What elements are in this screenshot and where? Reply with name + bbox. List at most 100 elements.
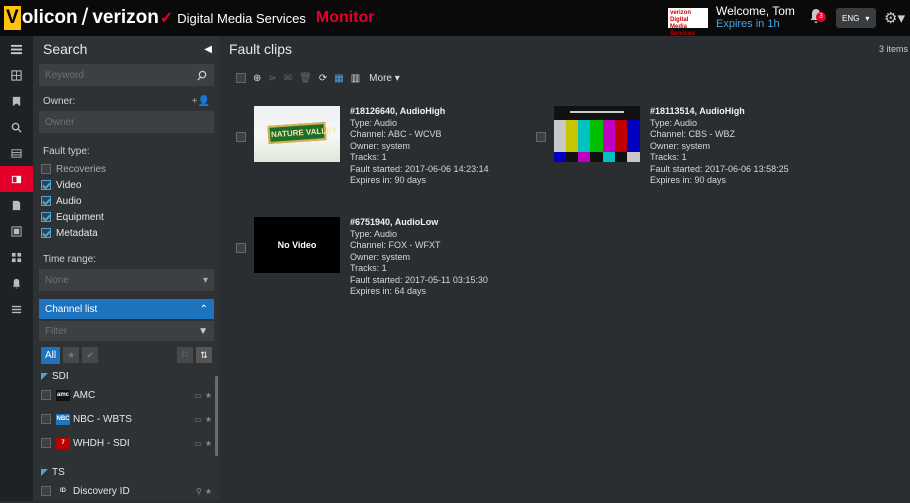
refresh-icon[interactable]: ⟳ [319, 73, 327, 84]
nav-list[interactable] [0, 296, 33, 322]
time-range-label: Time range: [43, 253, 96, 265]
time-range-select[interactable]: None ▾ [39, 269, 214, 291]
nav-monitor[interactable] [0, 218, 33, 244]
owner-placeholder: Owner [45, 116, 75, 128]
app-logo: V olicon / verizon ✓ Digital Media Servi… [4, 0, 375, 36]
fault-type-option[interactable]: Metadata [33, 225, 220, 241]
check-filter-icon[interactable]: ✔ [82, 347, 99, 363]
search-icon [11, 122, 22, 133]
channel-group-header[interactable]: TS [33, 465, 220, 479]
clip-checkbox[interactable] [236, 132, 246, 142]
fault-type-option[interactable]: Audio [33, 193, 220, 209]
clip-title[interactable]: #18113514, AudioHigh [650, 106, 789, 118]
app-name: Monitor [315, 9, 375, 26]
nav-documents[interactable] [0, 192, 33, 218]
clip-title[interactable]: #6751940, AudioLow [350, 217, 488, 229]
favorite-star-icon[interactable]: ★ [205, 487, 212, 496]
share-icon[interactable]: ⋗ [268, 73, 276, 84]
keyword-placeholder: Keyword [45, 69, 84, 81]
clip-thumbnail[interactable] [554, 106, 640, 162]
clip-expires: Expires in: 64 days [350, 286, 427, 296]
clip-title[interactable]: #18126640, AudioHigh [350, 106, 489, 118]
search-icon[interactable] [197, 70, 208, 81]
nav-layout[interactable] [0, 62, 33, 88]
filter-icon[interactable]: ▼ [198, 326, 208, 337]
clip-checkbox[interactable] [236, 243, 246, 253]
fault-type-checkbox[interactable] [41, 228, 51, 238]
delete-icon[interactable]: 🗑 [299, 73, 312, 84]
nav-fault-clips[interactable] [0, 166, 33, 192]
channel-checkbox[interactable] [41, 486, 51, 496]
nav-bookmarks[interactable] [0, 88, 33, 114]
clip-expires: Expires in: 90 days [350, 175, 427, 185]
channel-item[interactable]: ID Discovery ID ⚲ ★ [33, 479, 220, 503]
clip-checkbox[interactable] [536, 132, 546, 142]
sort-icon[interactable]: ⇅ [196, 347, 212, 363]
channel-name: Discovery ID [73, 485, 130, 497]
fault-type-checkbox[interactable] [41, 212, 51, 222]
channel-logo: amc [56, 389, 70, 401]
add-owner-icon[interactable]: +👤 [192, 96, 210, 107]
add-icon[interactable]: ⊕ [253, 73, 261, 84]
keyword-input[interactable]: Keyword [39, 64, 214, 86]
favorite-star-icon[interactable]: ★ [205, 415, 212, 424]
clip-card[interactable]: NATURE VALLEY #18126640, AudioHigh Type:… [236, 106, 489, 187]
fault-type-checkbox[interactable] [41, 196, 51, 206]
fault-type-option[interactable]: Equipment [33, 209, 220, 225]
monitor-icon [11, 225, 22, 237]
channel-item[interactable]: 7 WHDH - SDI ▭ ★ [33, 431, 220, 455]
settings-button[interactable]: ⚙▾ [884, 9, 906, 27]
clip-card[interactable]: #18113514, AudioHigh Type: Audio Channel… [536, 106, 789, 187]
channel-group-name: TS [52, 466, 65, 478]
more-menu[interactable]: More ▾ [369, 73, 400, 84]
clip-tracks: Tracks: 1 [350, 152, 387, 162]
channel-item[interactable]: amc AMC ▭ ★ [33, 383, 220, 407]
language-select[interactable]: ENG ▾ [836, 8, 876, 28]
clip-thumbnail[interactable]: NATURE VALLEY [254, 106, 340, 162]
owner-input[interactable]: Owner [39, 111, 214, 133]
list-view-icon[interactable]: ▥ [351, 73, 360, 84]
collapse-sidebar-icon[interactable]: ◀ [204, 44, 212, 55]
tiles-icon [11, 252, 22, 262]
channel-checkbox[interactable] [41, 390, 51, 400]
email-icon[interactable]: ✉ [284, 73, 292, 84]
notifications-button[interactable]: 3 [808, 8, 828, 28]
fault-type-checkbox[interactable] [41, 164, 51, 174]
all-channels-button[interactable]: All [41, 346, 61, 364]
bookmark-icon [12, 96, 21, 106]
channel-group-name: SDI [52, 370, 69, 382]
nav-tiles[interactable] [0, 244, 33, 270]
clip-thumbnail[interactable]: No Video [254, 217, 340, 273]
menu-button[interactable] [0, 36, 33, 62]
notification-count-badge: 3 [816, 12, 826, 22]
favorite-star-icon[interactable]: ★ [205, 391, 212, 400]
clip-started: Fault started: 2017-06-06 13:58:25 [650, 163, 789, 174]
channel-filter-input[interactable]: Filter ▼ [39, 321, 214, 341]
fault-type-option[interactable]: Recoveries [33, 161, 220, 177]
clip-card[interactable]: No Video #6751940, AudioLow Type: Audio … [236, 217, 488, 298]
nav-grid[interactable] [0, 140, 33, 166]
channel-logo: NBC [56, 413, 70, 425]
layout-icon [11, 69, 22, 81]
favorite-star-icon[interactable]: ★ [205, 439, 212, 448]
channel-checkbox[interactable] [41, 438, 51, 448]
channel-checkbox[interactable] [41, 414, 51, 424]
select-all-checkbox[interactable] [236, 73, 246, 83]
fault-type-checkbox[interactable] [41, 180, 51, 190]
user-welcome[interactable]: Welcome, Tom Expires in 1h [716, 5, 798, 31]
remote-icon[interactable]: ⚐ [177, 347, 193, 363]
fault-type-option[interactable]: Video [33, 177, 220, 193]
grid-view-icon[interactable]: ▦ [334, 73, 343, 84]
star-filter-icon[interactable]: ★ [63, 347, 80, 363]
clip-owner: Owner: system [350, 140, 411, 151]
nav-alerts[interactable] [0, 270, 33, 296]
channel-list-scrollbar[interactable] [215, 376, 218, 456]
channel-item[interactable]: NBC NBC - WBTS ▭ ★ [33, 407, 220, 431]
clip-tracks: Tracks: 1 [350, 263, 387, 273]
channel-group-header[interactable]: SDI [33, 369, 220, 383]
clip-channel: Channel: FOX - WFXT [350, 240, 441, 250]
channel-groups: SDI amc AMC ▭ ★ NBC NBC - WBTS ▭ ★ 7 WHDH - SDI ▭ ★ T… [33, 369, 220, 503]
channel-list-header[interactable]: Channel list ⌃ [39, 299, 214, 319]
nav-search[interactable] [0, 114, 33, 140]
channel-tools: All ★ ✔ ⚐ ⇅ [33, 341, 220, 369]
